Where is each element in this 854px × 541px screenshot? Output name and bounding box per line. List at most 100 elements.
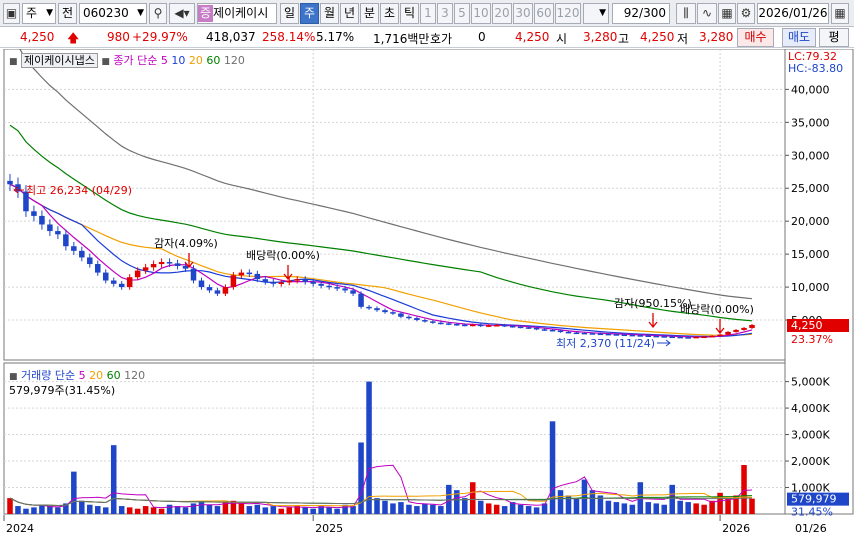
candle-body bbox=[174, 263, 181, 266]
interval-3-button[interactable]: 3 bbox=[437, 3, 453, 24]
interval-60-button[interactable]: 60 bbox=[534, 3, 554, 24]
prev-button[interactable]: 전 bbox=[58, 3, 77, 24]
interval-120-button[interactable]: 120 bbox=[555, 3, 581, 24]
vma60-legend: 60 bbox=[106, 369, 121, 382]
period-day-button[interactable]: 일 bbox=[280, 3, 299, 24]
gear-icon[interactable]: ⚙ bbox=[737, 3, 755, 24]
candle-body bbox=[150, 264, 157, 268]
candle-body bbox=[725, 331, 731, 335]
candle-body bbox=[262, 279, 269, 282]
calendar-icon[interactable]: ▦ bbox=[831, 3, 849, 24]
interval-20-button[interactable]: 20 bbox=[492, 3, 512, 24]
candle-body bbox=[182, 266, 189, 269]
volume-bar bbox=[685, 502, 691, 514]
period-minute-button[interactable]: 분 bbox=[360, 3, 379, 24]
candle-type-icon[interactable]: ⫼ bbox=[676, 3, 696, 24]
volume-bar bbox=[174, 506, 181, 514]
interval-10-button[interactable]: 10 bbox=[471, 3, 491, 24]
period-year-button[interactable]: 년 bbox=[340, 3, 359, 24]
price-tick-label: 25,000 bbox=[791, 182, 830, 195]
chevron-down-icon: ▼ bbox=[46, 8, 53, 18]
date-field[interactable]: 2026/01/26 bbox=[757, 3, 829, 24]
toolbar: ▣ 주 ▼ 전 060230 ▼ ⚲ ◀▾ 증 제이케이시 일 주 월 년 분 초 틱… bbox=[0, 0, 854, 27]
candle-body bbox=[741, 327, 747, 330]
volume-bar bbox=[262, 507, 269, 514]
current-volume-label: 579,979 bbox=[791, 493, 837, 506]
volume-bar bbox=[645, 502, 652, 514]
volume-bar bbox=[390, 503, 396, 514]
volume-bar bbox=[254, 504, 261, 514]
volume-bar bbox=[629, 504, 636, 514]
volume-bar bbox=[430, 504, 436, 514]
stock-name-field[interactable]: 증 제이케이시 bbox=[197, 3, 277, 24]
buy-button[interactable]: 매수 bbox=[737, 28, 774, 47]
candle-body bbox=[462, 324, 468, 327]
interval-30-button[interactable]: 30 bbox=[513, 3, 533, 24]
page-total-value: /300 bbox=[639, 6, 666, 20]
menu-icon[interactable]: ■ bbox=[9, 57, 18, 67]
window-icon[interactable]: ▣ bbox=[3, 3, 20, 24]
candle-body bbox=[47, 224, 53, 232]
volume-bar bbox=[549, 421, 556, 514]
volume-bar bbox=[158, 508, 165, 514]
stock-code-field[interactable]: 060230 ▼ bbox=[79, 3, 147, 24]
volume-bar bbox=[326, 507, 332, 514]
event-annotation: 배당락(0.00%) bbox=[680, 303, 754, 316]
type-select[interactable]: 주 ▼ bbox=[22, 3, 56, 24]
candle-body bbox=[270, 281, 277, 284]
period-tick-button[interactable]: 틱 bbox=[400, 3, 419, 24]
candle-body bbox=[294, 279, 300, 281]
period-second-button[interactable]: 초 bbox=[380, 3, 399, 24]
eval-button[interactable]: 평 bbox=[819, 28, 849, 47]
search-icon[interactable]: ⚲ bbox=[149, 3, 167, 24]
volume-bar bbox=[198, 502, 205, 514]
candle-body bbox=[469, 324, 476, 327]
candle-body bbox=[605, 333, 612, 336]
stock-title-box[interactable]: 제이케이시냅스 bbox=[21, 53, 98, 68]
volume-bar bbox=[87, 504, 93, 514]
candle-body bbox=[110, 280, 117, 284]
candle-body bbox=[589, 333, 596, 335]
ma120-legend: 120 bbox=[223, 54, 245, 67]
candle-body bbox=[446, 323, 452, 325]
sell-button[interactable]: 매도 bbox=[782, 28, 816, 47]
price-legend: ■ 제이케이시냅스 ■ 종가 단순 5 10 20 60 120 bbox=[9, 52, 245, 68]
x-axis-label: 2024 bbox=[6, 522, 34, 535]
candle-body bbox=[206, 287, 213, 291]
indicator-icon[interactable]: ∿ bbox=[697, 3, 717, 24]
interval-1-button[interactable]: 1 bbox=[420, 3, 436, 24]
chart-canvas: 5,00010,00015,00020,00025,00030,00035,00… bbox=[3, 38, 854, 538]
candle-body bbox=[118, 283, 125, 288]
candle-body bbox=[134, 270, 141, 278]
price-tick-label: 15,000 bbox=[791, 248, 830, 261]
hoga-value: 0 bbox=[478, 30, 486, 44]
interval-5-button[interactable]: 5 bbox=[454, 3, 470, 24]
volume-bar bbox=[39, 504, 45, 514]
menu-icon[interactable]: ■ bbox=[101, 57, 110, 67]
volume-bar bbox=[374, 498, 380, 514]
menu-icon[interactable]: ■ bbox=[9, 372, 18, 382]
volume-panel bbox=[3, 362, 786, 515]
interval-custom-select[interactable]: ▼ bbox=[583, 3, 609, 24]
volume-bar bbox=[278, 508, 285, 514]
chart-area[interactable]: 5,00010,00015,00020,00025,00030,00035,00… bbox=[0, 38, 854, 538]
candle-body bbox=[517, 326, 524, 329]
period-month-button[interactable]: 월 bbox=[320, 3, 339, 24]
candle-body bbox=[677, 336, 683, 339]
volume-legend-label: 거래량 단순 bbox=[21, 369, 76, 382]
volume-bar bbox=[749, 498, 755, 514]
high-annotation: 최고 26,234 (04/29) bbox=[26, 184, 132, 197]
trade-amount: 1,716백만 bbox=[373, 32, 430, 46]
candle-body bbox=[406, 316, 412, 319]
capture-icon[interactable]: ▦ bbox=[718, 3, 736, 24]
candle-body bbox=[190, 268, 197, 281]
stock-tag-badge: 증 bbox=[198, 5, 214, 22]
candle-body bbox=[485, 325, 492, 327]
period-week-button[interactable]: 주 bbox=[300, 3, 319, 24]
ma5-legend: 5 bbox=[160, 54, 168, 67]
candle-body bbox=[382, 310, 388, 313]
volume-bar bbox=[366, 381, 372, 514]
speaker-icon[interactable]: ◀▾ bbox=[169, 3, 195, 24]
page-count-field[interactable]: 92/300 bbox=[612, 3, 670, 24]
candle-body bbox=[669, 336, 675, 339]
